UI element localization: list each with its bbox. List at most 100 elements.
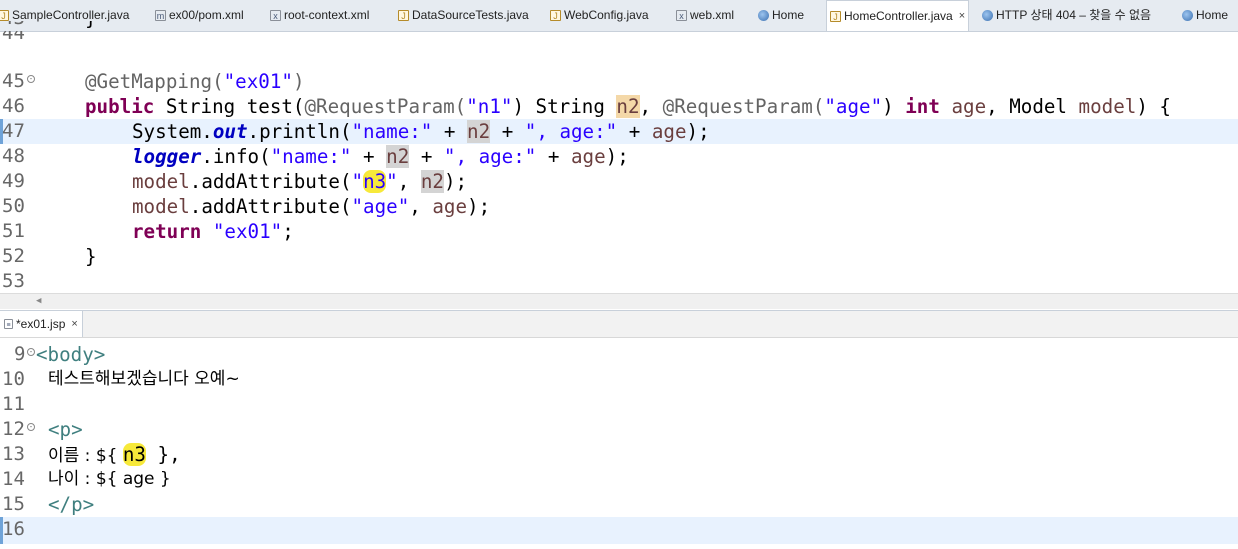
code-text: @GetMapping("ex01"): [85, 69, 305, 94]
code-token: +: [617, 120, 652, 143]
variable-token: age: [951, 95, 987, 118]
code-token: , Model: [986, 95, 1079, 118]
code-text: }: [85, 245, 97, 268]
code-text: logger.info("name:" + n2 + ", age:" + ag…: [132, 144, 629, 169]
string-token: ": [386, 170, 398, 193]
code-token: );: [467, 195, 491, 218]
line-number: 46: [2, 95, 25, 117]
code-line: 48 logger.info("name:" + n2 + ", age:" +…: [0, 144, 1238, 169]
java-file-icon: J: [398, 10, 409, 21]
keyword-token: int: [905, 95, 940, 118]
annotation-token: @RequestParam(: [662, 95, 825, 118]
code-line: 51 return "ex01";: [0, 219, 1238, 244]
code-token: +: [351, 145, 387, 168]
line-number: 52: [2, 245, 25, 267]
horizontal-scrollbar[interactable]: ◀: [0, 293, 1238, 309]
code-line: 15 </p>: [0, 492, 1238, 517]
code-text: 이름 : ${ n3 },: [48, 442, 181, 467]
code-line: 45 - @GetMapping("ex01"): [0, 69, 1238, 94]
string-token: "ex01": [212, 220, 283, 243]
code-token: ;: [282, 220, 294, 243]
line-number: 12: [2, 418, 25, 440]
code-token: ): [882, 95, 906, 118]
code-line: 50 model.addAttribute("age", age);: [0, 194, 1238, 219]
jsp-file-icon: ≡: [4, 319, 13, 329]
java-file-icon: J: [0, 10, 9, 21]
code-text: System.out.println("name:" + n2 + ", age…: [132, 119, 710, 144]
code-text: }: [85, 21, 97, 31]
globe-icon: [1182, 10, 1193, 21]
tab-ex01-jsp[interactable]: ≡ *ex01.jsp ×: [0, 311, 83, 337]
line-number: 15: [2, 493, 25, 515]
line-number: 10: [2, 368, 25, 390]
code-token: ,: [397, 170, 421, 193]
code-line: 14 나이 : ${ age }: [0, 467, 1238, 492]
line-number: 13: [2, 443, 25, 465]
code-token: .println(: [247, 120, 352, 143]
tab-label: *ex01.jsp: [16, 317, 66, 331]
variable-token: n2: [386, 145, 410, 168]
string-token: "age": [351, 195, 410, 218]
close-icon[interactable]: ×: [71, 311, 77, 337]
code-token: +: [536, 145, 571, 168]
code-line: 44: [0, 31, 1238, 46]
code-line: 43 }: [0, 21, 1238, 31]
code-token: +: [409, 145, 444, 168]
tag-token: <p>: [48, 418, 83, 441]
line-number: 48: [2, 145, 25, 167]
code-token: ,: [639, 95, 663, 118]
variable-token: model: [132, 195, 190, 218]
line-number: 45: [2, 70, 25, 92]
globe-icon: [982, 10, 993, 21]
string-token: "name:": [351, 120, 433, 143]
string-token: "ex01": [223, 70, 293, 93]
line-number: 16: [2, 518, 25, 540]
code-token: .addAttribute(: [189, 170, 352, 193]
line-number: 47: [2, 120, 25, 142]
string-token: ", age:": [524, 120, 618, 143]
annotation-token: @GetMapping(: [85, 70, 224, 93]
code-token: .info(: [201, 145, 271, 168]
code-line: 9 - <body>: [0, 342, 1238, 367]
variable-token: age: [571, 145, 606, 168]
string-token: ", age:": [443, 145, 537, 168]
code-text: model.addAttribute("age", age);: [132, 194, 490, 219]
code-line: 49 model.addAttribute("n3", n2);: [0, 169, 1238, 194]
code-text: 테스트해보겠습니다 오예~: [48, 369, 240, 389]
fold-icon[interactable]: -: [27, 348, 35, 356]
globe-icon: [758, 10, 769, 21]
fold-icon[interactable]: -: [27, 75, 35, 83]
code-text: model.addAttribute("n3", n2);: [132, 169, 467, 194]
code-token: +: [490, 120, 525, 143]
code-line: 13 이름 : ${ n3 },: [0, 442, 1238, 467]
variable-token: age: [432, 195, 468, 218]
code-token: ) {: [1136, 95, 1171, 118]
annotation-token: @RequestParam(: [304, 95, 467, 118]
code-token: String test(: [154, 95, 305, 118]
variable-token: n2: [420, 170, 444, 193]
line-number: 11: [2, 393, 25, 415]
code-token: );: [443, 170, 468, 193]
variable-token: model: [1078, 95, 1137, 118]
fold-icon[interactable]: -: [27, 423, 35, 431]
tag-token: <body>: [36, 343, 106, 366]
line-number: 53: [2, 270, 25, 292]
code-line: 46 public String test(@RequestParam("n1"…: [0, 94, 1238, 119]
line-number: 50: [2, 195, 25, 217]
keyword-token: public: [85, 95, 155, 118]
code-line: 10 테스트해보겠습니다 오예~: [0, 367, 1238, 392]
code-token: );: [605, 145, 629, 168]
highlighted-token: n3: [122, 443, 146, 466]
scroll-left-arrow-icon[interactable]: ◀: [36, 296, 41, 306]
line-number: 44: [2, 31, 25, 44]
code-text: public String test(@RequestParam("n1") S…: [85, 94, 1171, 119]
field-token: logger: [132, 145, 202, 168]
annotation-token: ): [292, 70, 305, 93]
code-token: +: [432, 120, 468, 143]
code-token: 이름 : ${: [48, 446, 123, 466]
keyword-token: return: [132, 220, 202, 243]
tag-token: </p>: [48, 493, 95, 516]
code-token: .addAttribute(: [189, 195, 352, 218]
